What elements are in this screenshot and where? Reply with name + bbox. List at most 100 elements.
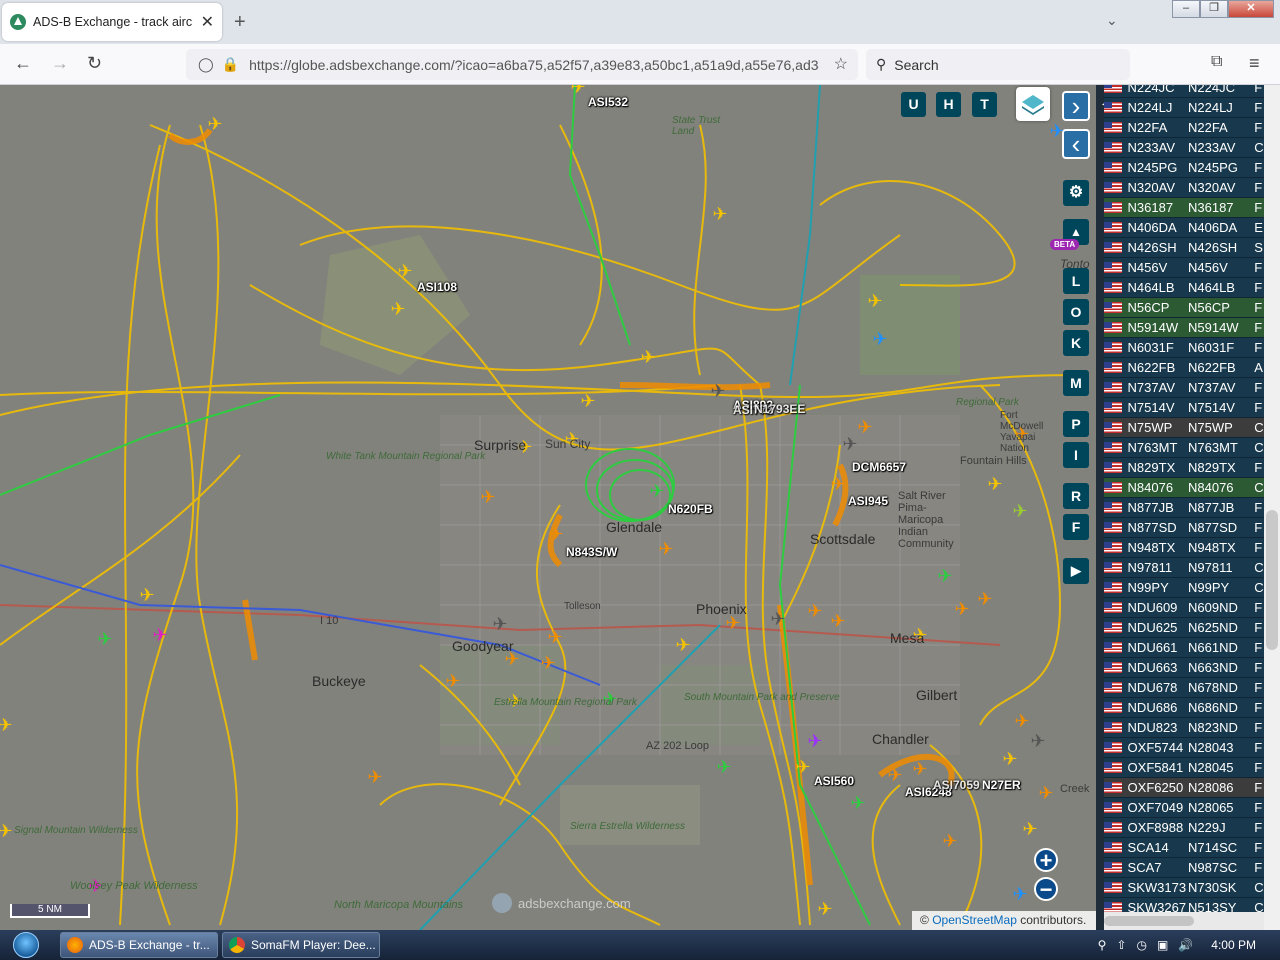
zoom-in-button[interactable]: + (1034, 848, 1058, 872)
lock-icon[interactable]: 🔒 (222, 56, 239, 73)
maximize-button[interactable]: ❐ (1200, 0, 1228, 18)
table-row[interactable]: N7514V N7514V F (1104, 398, 1264, 418)
table-row[interactable]: N948TX N948TX F (1104, 538, 1264, 558)
settings-gear-icon[interactable]: ⚙ (1063, 180, 1089, 206)
table-row[interactable]: N56CP N56CP F (1104, 298, 1264, 318)
map-view[interactable]: ✈ ✈ ✈ ✈ ✈ ✈ ✈ ✈ ✈ ✈ ✈ ✈ ✈ ✈ ✈ ✈ ✈ ✈ ✈ ✈ (0, 85, 1096, 930)
table-row[interactable]: N5914W N5914W F (1104, 318, 1264, 338)
table-row[interactable]: N245PG N245PG F (1104, 158, 1264, 178)
table-row[interactable]: N22FA N22FA F (1104, 118, 1264, 138)
network-icon[interactable]: ⚲ (1098, 938, 1107, 952)
f-button[interactable]: F (1063, 514, 1089, 540)
start-button[interactable] (8, 930, 44, 960)
table-row[interactable]: N426SH N426SH S (1104, 238, 1264, 258)
table-row[interactable]: N84076 N84076 C (1104, 478, 1264, 498)
display-icon[interactable]: ▣ (1157, 938, 1168, 952)
table-row[interactable]: N99PY N99PY C (1104, 578, 1264, 598)
table-row[interactable]: N320AV N320AV F (1104, 178, 1264, 198)
search-input[interactable]: ⚲ Search (866, 49, 1130, 80)
table-row[interactable]: N456V N456V F (1104, 258, 1264, 278)
table-row[interactable]: N75WP N75WP C (1104, 418, 1264, 438)
shield-icon[interactable]: ◯ (198, 56, 214, 73)
horizontal-scrollbar[interactable] (1104, 912, 1264, 930)
clock-time[interactable]: 4:00 PM (1211, 938, 1256, 952)
table-row[interactable]: NDU661 N661ND F (1104, 638, 1264, 658)
table-row[interactable]: OXF6250 N28086 F (1104, 778, 1264, 798)
taskbar-item-chrome[interactable]: SomaFM Player: Dee... (222, 932, 380, 958)
table-row[interactable]: N97811 N97811 C (1104, 558, 1264, 578)
reload-icon[interactable]: ↻ (87, 53, 102, 74)
scrollbar-thumb[interactable] (1266, 510, 1278, 650)
openstreetmap-link[interactable]: OpenStreetMap (932, 913, 1017, 927)
forward-icon[interactable]: → (51, 53, 69, 74)
expand-sidebar-button[interactable]: › (1062, 91, 1090, 121)
table-row[interactable]: NDU609 N609ND F (1104, 598, 1264, 618)
browser-tab[interactable]: ADS-B Exchange - track aircraft ✕ (2, 3, 222, 41)
table-row[interactable]: N224LJ N224LJ F (1104, 98, 1264, 118)
clock-icon[interactable]: ◷ (1137, 938, 1147, 952)
m-button[interactable]: M (1063, 370, 1089, 396)
i-button[interactable]: I (1063, 442, 1089, 468)
volume-icon[interactable]: 🔊 (1178, 938, 1193, 952)
aircraft-label[interactable]: ASI945 (848, 494, 888, 508)
o-button[interactable]: O (1063, 299, 1089, 325)
table-row[interactable]: N829TX N829TX F (1104, 458, 1264, 478)
replay-icon[interactable]: ▶ (1063, 558, 1089, 584)
collapse-sidebar-button[interactable]: ‹ (1062, 129, 1090, 159)
aircraft-label[interactable]: ASI560 (814, 774, 854, 788)
bluetooth-icon[interactable]: ⇧ (1116, 938, 1126, 952)
zoom-out-button[interactable]: − (1034, 877, 1058, 901)
table-row[interactable]: N6031F N6031F F (1104, 338, 1264, 358)
vertical-scrollbar[interactable] (1264, 85, 1280, 930)
aircraft-label[interactable]: N27ER (982, 778, 1021, 792)
table-row[interactable]: N406DA N406DA E (1104, 218, 1264, 238)
aircraft-label[interactable]: ASI532 (588, 95, 628, 109)
table-row[interactable]: OXF7049 N28065 F (1104, 798, 1264, 818)
aircraft-label[interactable]: N1793EE (754, 402, 805, 416)
table-row[interactable]: N877SD N877SD F (1104, 518, 1264, 538)
l-button[interactable]: L (1063, 268, 1089, 294)
layers-button[interactable] (1016, 87, 1050, 121)
aircraft-label[interactable]: N620FB (668, 502, 713, 516)
aircraft-label[interactable]: N843S/W (566, 545, 617, 559)
aircraft-label[interactable]: ASI108 (417, 280, 457, 294)
sidebar-divider[interactable] (1096, 85, 1104, 930)
table-row[interactable]: N464LB N464LB F (1104, 278, 1264, 298)
u-button[interactable]: U (901, 92, 926, 117)
r-button[interactable]: R (1063, 483, 1089, 509)
close-tab-icon[interactable]: ✕ (201, 12, 214, 32)
table-row[interactable]: N36187 N36187 F (1104, 198, 1264, 218)
table-row[interactable]: OXF8988 N229J F (1104, 818, 1264, 838)
t-button[interactable]: T (972, 92, 997, 117)
new-tab-button[interactable]: + (234, 11, 246, 34)
table-row[interactable]: N763MT N763MT C (1104, 438, 1264, 458)
extensions-icon[interactable]: ⧉ (1211, 53, 1222, 71)
table-row[interactable]: SCA14 N714SC F (1104, 838, 1264, 858)
table-row[interactable]: NDU678 N678ND F (1104, 678, 1264, 698)
table-row[interactable]: NDU663 N663ND F (1104, 658, 1264, 678)
back-icon[interactable]: ← (14, 53, 32, 74)
menu-icon[interactable]: ≡ (1249, 53, 1260, 74)
star-icon[interactable]: ☆ (834, 54, 848, 74)
table-row[interactable]: SCA7 N987SC F (1104, 858, 1264, 878)
table-row[interactable]: N224JC N224JC F (1104, 85, 1264, 98)
taskbar-item-firefox[interactable]: ADS-B Exchange - tr... (60, 932, 218, 958)
table-row[interactable]: SKW3173 N730SK C (1104, 878, 1264, 898)
table-row[interactable]: OXF5744 N28043 F (1104, 738, 1264, 758)
scrollbar-thumb[interactable] (1104, 916, 1194, 926)
table-row[interactable]: NDU625 N625ND F (1104, 618, 1264, 638)
aircraft-label[interactable]: ASI7059 (933, 778, 980, 792)
table-row[interactable]: N877JB N877JB F (1104, 498, 1264, 518)
url-bar[interactable]: ◯ 🔒 https://globe.adsbexchange.com/?icao… (186, 49, 858, 80)
table-row[interactable]: OXF5841 N28045 F (1104, 758, 1264, 778)
p-button[interactable]: P (1063, 411, 1089, 437)
table-row[interactable]: NDU686 N686ND F (1104, 698, 1264, 718)
table-row[interactable]: N737AV N737AV F (1104, 378, 1264, 398)
table-row[interactable]: N622FB N622FB A (1104, 358, 1264, 378)
k-button[interactable]: K (1063, 330, 1089, 356)
aircraft-label[interactable]: DCM6657 (852, 460, 906, 474)
chevron-down-icon[interactable]: ⌄ (1106, 12, 1118, 29)
table-row[interactable]: NDU823 N823ND F (1104, 718, 1264, 738)
close-window-button[interactable]: ✕ (1228, 0, 1274, 18)
url-text[interactable]: https://globe.adsbexchange.com/?icao=a6b… (249, 57, 819, 73)
